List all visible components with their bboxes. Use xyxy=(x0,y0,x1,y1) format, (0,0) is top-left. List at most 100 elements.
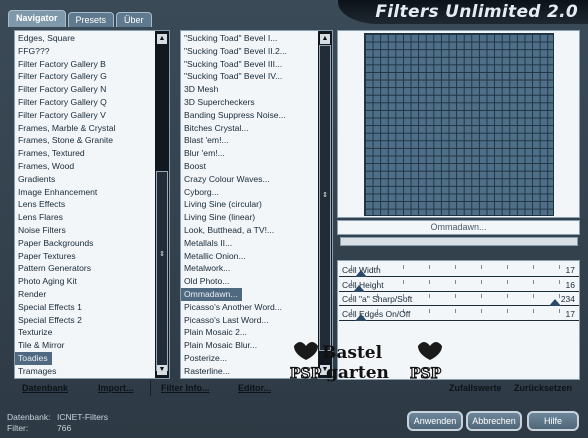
editor-button[interactable]: Editor... xyxy=(238,383,271,393)
preview-frame xyxy=(337,30,580,218)
category-item[interactable]: Tile & Mirror xyxy=(15,339,169,352)
filter-item[interactable]: "Sucking Toad" Bevel IV... xyxy=(181,70,332,83)
category-item[interactable]: FFG??? xyxy=(15,45,169,58)
filter-item[interactable]: 3D Mesh xyxy=(181,83,332,96)
category-item[interactable]: Lens Effects xyxy=(15,198,169,211)
tab-navigator[interactable]: Navigator xyxy=(8,10,66,27)
category-item[interactable]: Toadies xyxy=(15,351,169,365)
parameter-slider[interactable]: Cell Width 17 xyxy=(339,263,579,277)
category-item-selected: Toadies xyxy=(15,351,52,365)
category-item[interactable]: Noise Filters xyxy=(15,224,169,237)
slider-thumb[interactable] xyxy=(354,313,367,321)
slider-tick xyxy=(481,308,482,313)
scroll-down-icon[interactable]: ▼ xyxy=(157,365,167,375)
filter-item[interactable]: Blur 'em!... xyxy=(181,147,332,160)
filter-item[interactable]: Living Sine (circular) xyxy=(181,198,332,211)
apply-button[interactable]: Anwenden xyxy=(407,411,463,431)
slider-tick xyxy=(455,265,456,269)
database-value: ICNET-Filters xyxy=(57,412,108,422)
category-item[interactable]: Frames, Textured xyxy=(15,147,169,160)
filter-item[interactable]: 3D Supercheckers xyxy=(181,96,332,109)
slider-value: 17 xyxy=(565,308,575,319)
cancel-button[interactable]: Abbrechen xyxy=(466,411,522,431)
category-item[interactable]: Lens Flares xyxy=(15,211,169,224)
filter-info-button[interactable]: Filter Info... xyxy=(161,383,210,393)
category-item[interactable]: Paper Backgrounds xyxy=(15,237,169,250)
category-list[interactable]: Edges, Square FFG??? Filter Factory Galler… xyxy=(14,30,170,379)
filter-item[interactable]: Ommadawn... xyxy=(181,287,332,301)
category-item[interactable]: Paper Textures xyxy=(15,250,169,263)
filter-scrollbar[interactable]: ▲ ⇕ ▼ xyxy=(318,31,332,378)
category-scrollbar[interactable]: ▲ ⇕ ▼ xyxy=(155,31,169,378)
filter-item[interactable]: Metalwork... xyxy=(181,262,332,275)
parameter-slider[interactable]: Cell Edges On/Off 17 xyxy=(339,307,579,321)
import-button[interactable]: Import... xyxy=(98,383,134,393)
category-item[interactable]: Filter Factory Gallery B xyxy=(15,58,169,71)
filter-item-selected: Ommadawn... xyxy=(181,287,242,301)
grip-icon: ⇕ xyxy=(322,192,328,199)
slider-tick xyxy=(507,308,508,313)
slider-tick xyxy=(403,265,404,269)
category-item[interactable]: Filter Factory Gallery Q xyxy=(15,96,169,109)
filter-scroll-thumb[interactable]: ⇕ xyxy=(319,45,331,351)
slider-thumb[interactable] xyxy=(548,299,561,306)
filter-list[interactable]: "Sucking Toad" Bevel I... "Sucking Toad" … xyxy=(180,30,333,379)
scroll-up-icon[interactable]: ▲ xyxy=(157,34,167,44)
preview-image xyxy=(364,33,554,216)
filter-item[interactable]: Metallals II... xyxy=(181,237,332,250)
filter-item[interactable]: Picasso's Another Word... xyxy=(181,301,332,314)
category-item[interactable]: Frames, Wood xyxy=(15,160,169,173)
category-item[interactable]: Tramages xyxy=(15,365,169,378)
category-item[interactable]: Special Effects 1 xyxy=(15,301,169,314)
category-item[interactable]: Frames, Marble & Crystal xyxy=(15,122,169,135)
tab-about[interactable]: Über xyxy=(116,12,152,27)
category-item[interactable]: Image Enhancement xyxy=(15,186,169,199)
filter-item[interactable]: Picasso's Last Word... xyxy=(181,314,332,327)
category-scroll-thumb[interactable]: ⇕ xyxy=(156,171,168,371)
category-item[interactable]: Frames, Stone & Granite xyxy=(15,134,169,147)
slider-tick xyxy=(429,265,430,269)
category-item[interactable]: Photo Aging Kit xyxy=(15,275,169,288)
category-item[interactable]: Texturize xyxy=(15,326,169,339)
parameter-slider[interactable]: Cell "a" Sharp/Soft 234 xyxy=(339,292,579,306)
bastel-psp-garten-logo: Bastel PSP garten PSP xyxy=(289,342,442,383)
filter-item[interactable]: Old Photo... xyxy=(181,275,332,288)
slider-tick xyxy=(455,294,456,298)
reset-button[interactable]: Zurücksetzen xyxy=(514,383,572,393)
tab-presets[interactable]: Presets xyxy=(67,12,115,27)
slider-tick xyxy=(559,279,560,284)
slider-thumb[interactable] xyxy=(352,284,365,292)
divider xyxy=(150,380,151,396)
category-item[interactable]: Render xyxy=(15,288,169,301)
slider-tick xyxy=(533,279,534,284)
slider-tick xyxy=(429,279,430,284)
filter-item[interactable]: "Sucking Toad" Bevel II.2... xyxy=(181,45,332,58)
svg-text:PSP: PSP xyxy=(410,366,442,382)
filter-item[interactable]: Look, Butthead, a TV!... xyxy=(181,224,332,237)
app-title: Filters Unlimited 2.0 xyxy=(375,2,578,22)
category-item[interactable]: Edges, Square xyxy=(15,32,169,45)
category-item[interactable]: Special Effects 2 xyxy=(15,314,169,327)
filter-count-label: Filter: xyxy=(7,423,29,433)
filter-item[interactable]: Banding Suppress Noise... xyxy=(181,109,332,122)
filter-item[interactable]: Living Sine (linear) xyxy=(181,211,332,224)
filter-item[interactable]: Boost xyxy=(181,160,332,173)
filter-item[interactable]: "Sucking Toad" Bevel III... xyxy=(181,58,332,71)
scroll-up-icon[interactable]: ▲ xyxy=(320,34,330,44)
filter-item[interactable]: Metallic Onion... xyxy=(181,250,332,263)
filter-item[interactable]: Cyborg... xyxy=(181,186,332,199)
category-item[interactable]: Filter Factory Gallery G xyxy=(15,70,169,83)
slider-thumb[interactable] xyxy=(354,270,367,277)
category-item[interactable]: Pattern Generators xyxy=(15,262,169,275)
random-values-button[interactable]: Zufallswerte xyxy=(449,383,502,393)
category-item[interactable]: Filter Factory Gallery V xyxy=(15,109,169,122)
parameter-slider[interactable]: Cell Height 16 xyxy=(339,278,579,292)
category-item[interactable]: Filter Factory Gallery N xyxy=(15,83,169,96)
database-button[interactable]: Datenbank xyxy=(22,383,68,393)
help-button[interactable]: Hilfe xyxy=(527,411,579,431)
filter-item[interactable]: Blast 'em!... xyxy=(181,134,332,147)
category-item[interactable]: Gradients xyxy=(15,173,169,186)
filter-item[interactable]: Crazy Colour Waves... xyxy=(181,173,332,186)
filter-item[interactable]: Bitches Crystal... xyxy=(181,122,332,135)
filter-item[interactable]: "Sucking Toad" Bevel I... xyxy=(181,32,332,45)
